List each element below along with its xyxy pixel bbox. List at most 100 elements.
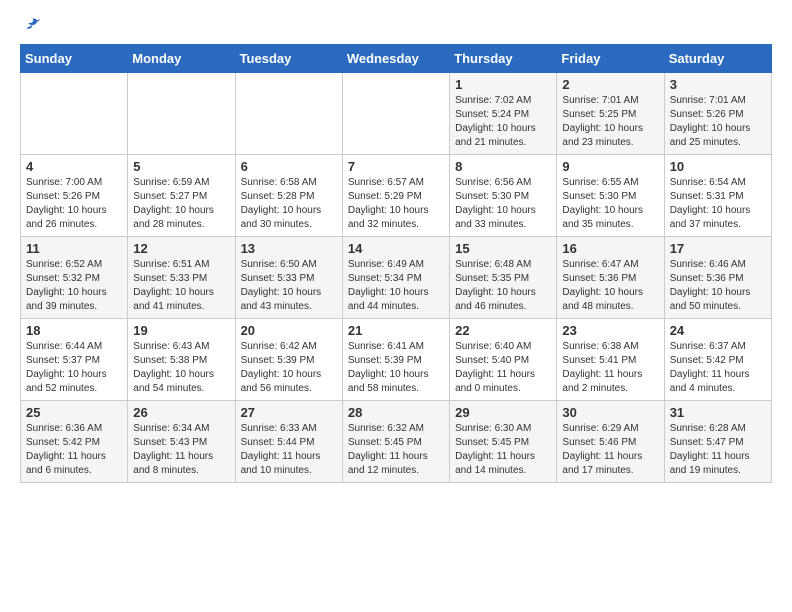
day-detail: Sunrise: 6:44 AM Sunset: 5:37 PM Dayligh… (26, 340, 122, 396)
day-number: 22 (455, 323, 551, 338)
calendar-cell: 1 Sunrise: 7:02 AM Sunset: 5:24 PM Daylig… (450, 73, 557, 155)
day-number: 10 (670, 159, 766, 174)
calendar-cell: 25 Sunrise: 6:36 AM Sunset: 5:42 PM Dayli… (21, 401, 128, 483)
day-detail: Sunrise: 6:58 AM Sunset: 5:28 PM Dayligh… (241, 176, 337, 232)
day-number: 25 (26, 405, 122, 420)
day-number: 5 (133, 159, 229, 174)
calendar-cell: 21 Sunrise: 6:41 AM Sunset: 5:39 PM Dayli… (342, 319, 449, 401)
day-number: 9 (562, 159, 658, 174)
day-detail: Sunrise: 6:54 AM Sunset: 5:31 PM Dayligh… (670, 176, 766, 232)
day-number: 1 (455, 77, 551, 92)
day-detail: Sunrise: 7:01 AM Sunset: 5:26 PM Dayligh… (670, 94, 766, 150)
calendar-cell: 11 Sunrise: 6:52 AM Sunset: 5:32 PM Dayli… (21, 237, 128, 319)
day-number: 16 (562, 241, 658, 256)
day-detail: Sunrise: 6:48 AM Sunset: 5:35 PM Dayligh… (455, 258, 551, 314)
day-number: 14 (348, 241, 444, 256)
day-number: 28 (348, 405, 444, 420)
day-detail: Sunrise: 6:40 AM Sunset: 5:40 PM Dayligh… (455, 340, 551, 396)
day-number: 12 (133, 241, 229, 256)
day-detail: Sunrise: 6:30 AM Sunset: 5:45 PM Dayligh… (455, 422, 551, 478)
day-number: 23 (562, 323, 658, 338)
calendar-cell: 17 Sunrise: 6:46 AM Sunset: 5:36 PM Dayli… (664, 237, 771, 319)
calendar-cell: 13Sunrise: 6:50 AM Sunset: 5:33 PM Dayli… (235, 237, 342, 319)
calendar-cell: 24 Sunrise: 6:37 AM Sunset: 5:42 PM Dayli… (664, 319, 771, 401)
day-number: 3 (670, 77, 766, 92)
logo-bird-icon (22, 16, 40, 34)
day-detail: Sunrise: 6:29 AM Sunset: 5:46 PM Dayligh… (562, 422, 658, 478)
calendar-cell: 7 Sunrise: 6:57 AM Sunset: 5:29 PM Daylig… (342, 155, 449, 237)
weekday-header-saturday: Saturday (664, 45, 771, 73)
day-detail: Sunrise: 6:33 AM Sunset: 5:44 PM Dayligh… (241, 422, 337, 478)
calendar-cell: 27 Sunrise: 6:33 AM Sunset: 5:44 PM Dayli… (235, 401, 342, 483)
weekday-header-sunday: Sunday (21, 45, 128, 73)
day-detail: Sunrise: 6:59 AM Sunset: 5:27 PM Dayligh… (133, 176, 229, 232)
day-number: 19 (133, 323, 229, 338)
calendar-cell: 5 Sunrise: 6:59 AM Sunset: 5:27 PM Daylig… (128, 155, 235, 237)
calendar-week-row: 1 Sunrise: 7:02 AM Sunset: 5:24 PM Daylig… (21, 73, 772, 155)
calendar-cell: 12 Sunrise: 6:51 AM Sunset: 5:33 PM Dayli… (128, 237, 235, 319)
calendar-week-row: 4Sunrise: 7:00 AM Sunset: 5:26 PM Daylig… (21, 155, 772, 237)
calendar-cell: 16Sunrise: 6:47 AM Sunset: 5:36 PM Dayli… (557, 237, 664, 319)
day-detail: Sunrise: 6:37 AM Sunset: 5:42 PM Dayligh… (670, 340, 766, 396)
day-detail: Sunrise: 6:57 AM Sunset: 5:29 PM Dayligh… (348, 176, 444, 232)
calendar-cell: 30 Sunrise: 6:29 AM Sunset: 5:46 PM Dayli… (557, 401, 664, 483)
day-detail: Sunrise: 6:32 AM Sunset: 5:45 PM Dayligh… (348, 422, 444, 478)
weekday-header-thursday: Thursday (450, 45, 557, 73)
day-detail: Sunrise: 7:02 AM Sunset: 5:24 PM Dayligh… (455, 94, 551, 150)
calendar-cell: 22 Sunrise: 6:40 AM Sunset: 5:40 PM Dayli… (450, 319, 557, 401)
calendar-week-row: 18 Sunrise: 6:44 AM Sunset: 5:37 PM Dayli… (21, 319, 772, 401)
calendar-cell: 28 Sunrise: 6:32 AM Sunset: 5:45 PM Dayli… (342, 401, 449, 483)
calendar-cell: 3 Sunrise: 7:01 AM Sunset: 5:26 PM Daylig… (664, 73, 771, 155)
day-detail: Sunrise: 6:49 AM Sunset: 5:34 PM Dayligh… (348, 258, 444, 314)
weekday-header-row: SundayMondayTuesdayWednesdayThursdayFrid… (21, 45, 772, 73)
day-number: 8 (455, 159, 551, 174)
day-number: 20 (241, 323, 337, 338)
day-number: 18 (26, 323, 122, 338)
day-number: 4 (26, 159, 122, 174)
calendar-cell: 4Sunrise: 7:00 AM Sunset: 5:26 PM Daylig… (21, 155, 128, 237)
weekday-header-friday: Friday (557, 45, 664, 73)
day-detail: Sunrise: 7:01 AM Sunset: 5:25 PM Dayligh… (562, 94, 658, 150)
day-detail: Sunrise: 6:46 AM Sunset: 5:36 PM Dayligh… (670, 258, 766, 314)
day-detail: Sunrise: 6:42 AM Sunset: 5:39 PM Dayligh… (241, 340, 337, 396)
day-number: 27 (241, 405, 337, 420)
calendar-cell: 15Sunrise: 6:48 AM Sunset: 5:35 PM Dayli… (450, 237, 557, 319)
calendar-cell: 29Sunrise: 6:30 AM Sunset: 5:45 PM Dayli… (450, 401, 557, 483)
weekday-header-monday: Monday (128, 45, 235, 73)
day-number: 24 (670, 323, 766, 338)
day-detail: Sunrise: 6:38 AM Sunset: 5:41 PM Dayligh… (562, 340, 658, 396)
calendar-cell (342, 73, 449, 155)
day-detail: Sunrise: 6:50 AM Sunset: 5:33 PM Dayligh… (241, 258, 337, 314)
calendar-cell (235, 73, 342, 155)
day-detail: Sunrise: 6:55 AM Sunset: 5:30 PM Dayligh… (562, 176, 658, 232)
day-number: 31 (670, 405, 766, 420)
day-number: 17 (670, 241, 766, 256)
calendar-week-row: 11 Sunrise: 6:52 AM Sunset: 5:32 PM Dayli… (21, 237, 772, 319)
day-number: 30 (562, 405, 658, 420)
day-number: 26 (133, 405, 229, 420)
day-detail: Sunrise: 6:36 AM Sunset: 5:42 PM Dayligh… (26, 422, 122, 478)
day-detail: Sunrise: 6:52 AM Sunset: 5:32 PM Dayligh… (26, 258, 122, 314)
calendar-cell: 23 Sunrise: 6:38 AM Sunset: 5:41 PM Dayli… (557, 319, 664, 401)
calendar-cell: 31 Sunrise: 6:28 AM Sunset: 5:47 PM Dayli… (664, 401, 771, 483)
day-number: 2 (562, 77, 658, 92)
weekday-header-wednesday: Wednesday (342, 45, 449, 73)
calendar-cell: 6Sunrise: 6:58 AM Sunset: 5:28 PM Daylig… (235, 155, 342, 237)
calendar-cell (128, 73, 235, 155)
calendar-cell: 9 Sunrise: 6:55 AM Sunset: 5:30 PM Daylig… (557, 155, 664, 237)
day-number: 11 (26, 241, 122, 256)
day-detail: Sunrise: 6:43 AM Sunset: 5:38 PM Dayligh… (133, 340, 229, 396)
day-number: 21 (348, 323, 444, 338)
day-number: 7 (348, 159, 444, 174)
calendar-table: SundayMondayTuesdayWednesdayThursdayFrid… (20, 44, 772, 483)
calendar-cell: 2 Sunrise: 7:01 AM Sunset: 5:25 PM Daylig… (557, 73, 664, 155)
calendar-cell: 14 Sunrise: 6:49 AM Sunset: 5:34 PM Dayli… (342, 237, 449, 319)
weekday-header-tuesday: Tuesday (235, 45, 342, 73)
calendar-cell: 26 Sunrise: 6:34 AM Sunset: 5:43 PM Dayli… (128, 401, 235, 483)
day-detail: Sunrise: 6:41 AM Sunset: 5:39 PM Dayligh… (348, 340, 444, 396)
header (20, 16, 772, 34)
calendar-cell: 18 Sunrise: 6:44 AM Sunset: 5:37 PM Dayli… (21, 319, 128, 401)
day-detail: Sunrise: 6:51 AM Sunset: 5:33 PM Dayligh… (133, 258, 229, 314)
day-detail: Sunrise: 6:34 AM Sunset: 5:43 PM Dayligh… (133, 422, 229, 478)
day-detail: Sunrise: 6:28 AM Sunset: 5:47 PM Dayligh… (670, 422, 766, 478)
